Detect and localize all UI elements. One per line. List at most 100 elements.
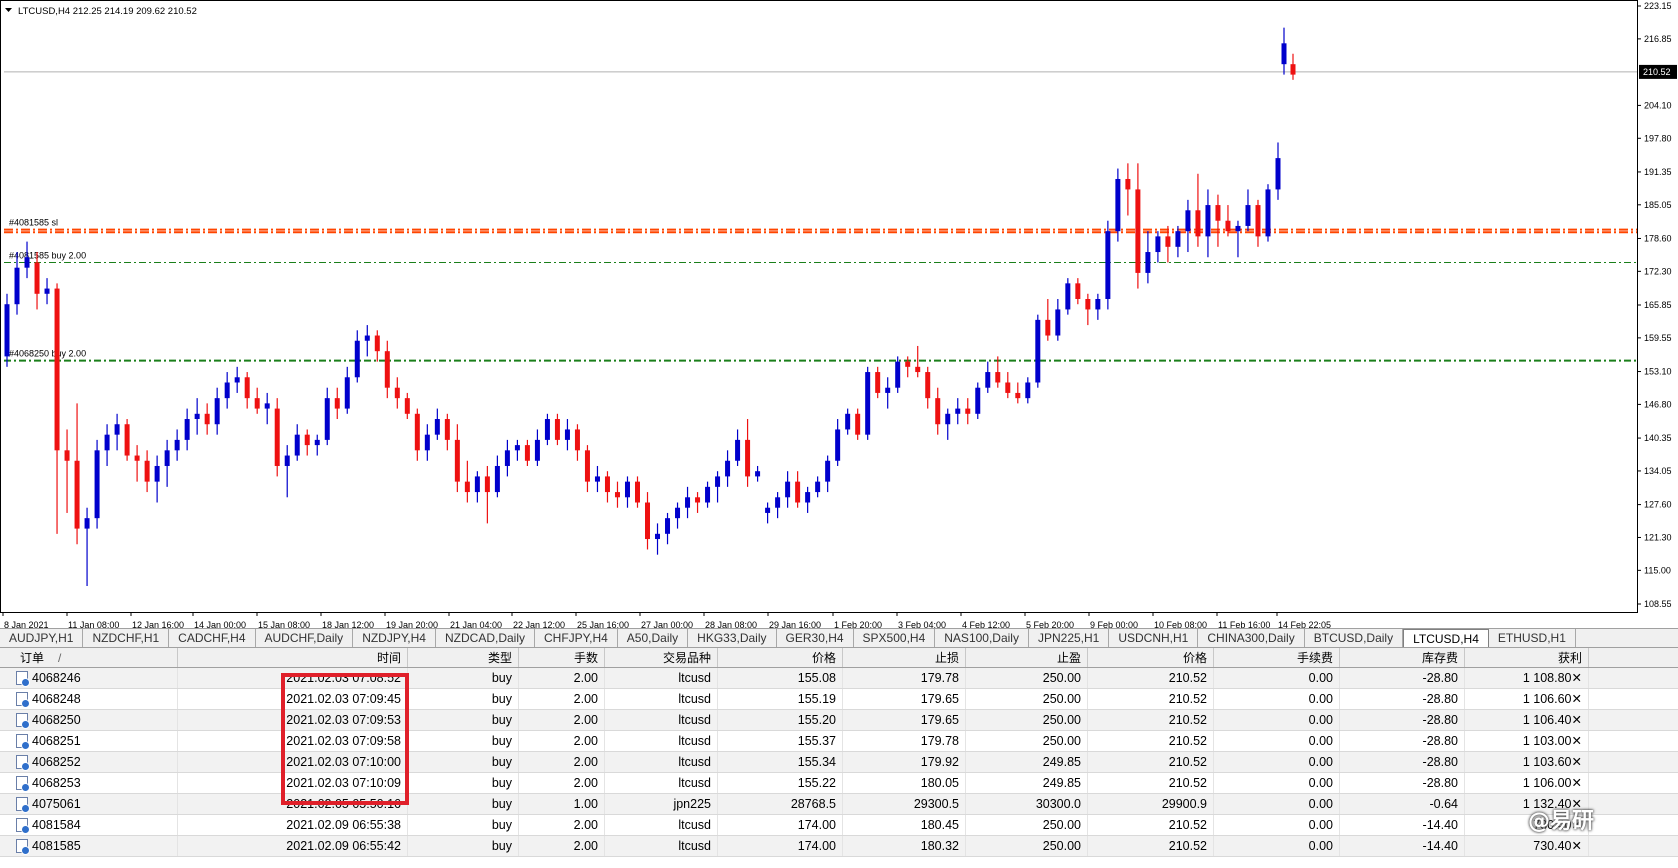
table-row[interactable]: 4075061 2021.02.05 05:50:16 buy 1.00 jpn225 2… bbox=[0, 794, 1678, 815]
table-row[interactable]: 4068251 2021.02.03 07:09:58 buy 2.00 ltcusd 1… bbox=[0, 731, 1678, 752]
candle-body bbox=[1265, 189, 1271, 237]
column-header-label: 获利 bbox=[1557, 651, 1582, 665]
order-icon bbox=[16, 839, 30, 855]
close-order-icon[interactable]: ✕ bbox=[1572, 734, 1582, 748]
candle-body bbox=[494, 465, 500, 493]
tab-cadchf-h4[interactable]: CADCHF,H4 bbox=[169, 629, 256, 647]
chart-canvas[interactable]: #4081585 sl #4081585 buy 2.00 #4068250 buy… bbox=[0, 0, 1678, 630]
profit-cell: 1 103.60✕ bbox=[1465, 752, 1589, 772]
candle-body bbox=[244, 377, 250, 399]
candle-body bbox=[544, 419, 550, 440]
column-header[interactable]: 手数 bbox=[519, 648, 605, 667]
close-order-icon[interactable]: ✕ bbox=[1572, 713, 1582, 727]
profit-value: 1 103.00 bbox=[1522, 734, 1572, 748]
column-header[interactable]: 库存费 bbox=[1340, 648, 1465, 667]
dropdown-arrow-icon[interactable] bbox=[5, 8, 12, 12]
profit-cell: 1 103.00✕ bbox=[1465, 731, 1589, 751]
tab-nzdcad-daily[interactable]: NZDCAD,Daily bbox=[436, 629, 535, 647]
column-header[interactable]: 价格 bbox=[718, 648, 843, 667]
time-highlight-box bbox=[281, 673, 409, 805]
candle-body bbox=[4, 304, 10, 357]
candle-body bbox=[304, 434, 310, 446]
table-cell: 210.52 bbox=[1088, 773, 1214, 793]
candle-body bbox=[765, 507, 771, 513]
profit-value: 1 108.80 bbox=[1522, 671, 1572, 685]
candle-body bbox=[1165, 236, 1171, 247]
table-cell: 0.00 bbox=[1214, 773, 1340, 793]
profit-cell: 1 106.60✕ bbox=[1465, 689, 1589, 709]
tab-ethusd-h1[interactable]: ETHUSD,H1 bbox=[1489, 629, 1576, 647]
close-order-icon[interactable]: ✕ bbox=[1572, 776, 1582, 790]
column-header[interactable]: 获利 bbox=[1465, 648, 1589, 667]
table-cell: 2021.02.09 06:55:38 bbox=[178, 815, 408, 835]
table-cell: 210.52 bbox=[1088, 710, 1214, 730]
table-row[interactable]: 4068253 2021.02.03 07:10:09 buy 2.00 ltcusd 1… bbox=[0, 773, 1678, 794]
table-row[interactable]: 4068248 2021.02.03 07:09:45 buy 2.00 ltcusd 1… bbox=[0, 689, 1678, 710]
candle-body bbox=[164, 450, 170, 466]
candle-body bbox=[675, 507, 681, 519]
close-order-icon[interactable]: ✕ bbox=[1572, 755, 1582, 769]
order-id: 4068252 bbox=[32, 754, 81, 769]
tab-spx500-h4[interactable]: SPX500,H4 bbox=[854, 629, 936, 647]
candle-body bbox=[54, 288, 60, 451]
table-cell: 155.20 bbox=[718, 710, 843, 730]
order-id-cell: 4081585 bbox=[0, 836, 178, 856]
time-tick-label: 4 Feb 12:00 bbox=[962, 620, 1010, 628]
candle-body bbox=[705, 486, 711, 503]
column-header[interactable]: 交易品种 bbox=[605, 648, 718, 667]
tab-btcusd-daily[interactable]: BTCUSD,Daily bbox=[1305, 629, 1404, 647]
close-order-icon[interactable]: ✕ bbox=[1572, 839, 1582, 853]
profit-value: 1 106.00 bbox=[1522, 776, 1572, 790]
tab-audjpy-h1[interactable]: AUDJPY,H1 bbox=[0, 629, 84, 647]
tab-ger30-h4[interactable]: GER30,H4 bbox=[777, 629, 854, 647]
candle-body bbox=[504, 450, 510, 466]
candle-body bbox=[1045, 319, 1051, 336]
tab-nas100-daily[interactable]: NAS100,Daily bbox=[935, 629, 1029, 647]
column-header[interactable]: 时间 bbox=[178, 648, 408, 667]
candle-body bbox=[324, 398, 330, 440]
time-tick-label: 11 Jan 08:00 bbox=[68, 620, 119, 628]
price-tick-label: 172.30 bbox=[1644, 266, 1672, 276]
tab-hkg33-daily[interactable]: HKG33,Daily bbox=[688, 629, 777, 647]
candle-body bbox=[154, 465, 160, 482]
tab-a50-daily[interactable]: A50,Daily bbox=[618, 629, 689, 647]
tab-usdcnh-h1[interactable]: USDCNH,H1 bbox=[1109, 629, 1199, 647]
price-chart[interactable]: #4081585 sl #4081585 buy 2.00 #4068250 buy… bbox=[0, 0, 1678, 630]
candle-body bbox=[424, 434, 430, 451]
candle-body bbox=[584, 450, 590, 482]
column-header[interactable]: 价格 bbox=[1088, 648, 1214, 667]
tab-chfjpy-h4[interactable]: CHFJPY,H4 bbox=[535, 629, 618, 647]
tab-nzdchf-h1[interactable]: NZDCHF,H1 bbox=[83, 629, 170, 647]
column-header[interactable]: 手续费 bbox=[1214, 648, 1340, 667]
price-tick-label: 153.10 bbox=[1644, 367, 1672, 377]
table-cell: buy bbox=[408, 752, 519, 772]
watermark: @易研 bbox=[1528, 809, 1595, 834]
table-cell: 2.00 bbox=[519, 815, 605, 835]
close-order-icon[interactable]: ✕ bbox=[1572, 692, 1582, 706]
table-row[interactable]: 4068250 2021.02.03 07:09:53 buy 2.00 ltcusd 1… bbox=[0, 710, 1678, 731]
time-tick-label: 9 Feb 00:00 bbox=[1090, 620, 1138, 628]
tab-china300-daily[interactable]: CHINA300,Daily bbox=[1198, 629, 1305, 647]
tab-ltcusd-h4[interactable]: LTCUSD,H4 bbox=[1403, 629, 1489, 647]
candle-body bbox=[855, 413, 861, 435]
column-header[interactable]: 订单 / bbox=[0, 648, 178, 667]
table-row[interactable]: 4068252 2021.02.03 07:10:00 buy 2.00 ltcusd 1… bbox=[0, 752, 1678, 773]
tab-audchf-daily[interactable]: AUDCHF,Daily bbox=[256, 629, 354, 647]
time-tick-label: 14 Feb 22:05 bbox=[1278, 620, 1331, 628]
candle-body bbox=[985, 372, 991, 388]
candle-body bbox=[825, 460, 831, 482]
column-header[interactable]: 类型 bbox=[408, 648, 519, 667]
candle-body bbox=[14, 267, 20, 305]
table-row[interactable]: 4081584 2021.02.09 06:55:38 buy 2.00 ltcusd 1… bbox=[0, 815, 1678, 836]
tab-jpn225-h1[interactable]: JPN225,H1 bbox=[1029, 629, 1110, 647]
tab-nzdjpy-h4[interactable]: NZDJPY,H4 bbox=[353, 629, 436, 647]
table-cell: 29900.9 bbox=[1088, 794, 1214, 814]
close-order-icon[interactable]: ✕ bbox=[1572, 671, 1582, 685]
profit-value: 1 106.60 bbox=[1522, 692, 1572, 706]
column-header[interactable]: 止损 bbox=[843, 648, 966, 667]
table-row[interactable]: 4081585 2021.02.09 06:55:42 buy 2.00 ltcusd 1… bbox=[0, 836, 1678, 857]
table-row[interactable]: 4068246 2021.02.03 07:08:52 buy 2.00 ltcusd 1… bbox=[0, 668, 1678, 689]
column-header[interactable]: 止盈 bbox=[966, 648, 1088, 667]
candle-body bbox=[484, 476, 490, 493]
table-cell: -28.80 bbox=[1340, 731, 1465, 751]
